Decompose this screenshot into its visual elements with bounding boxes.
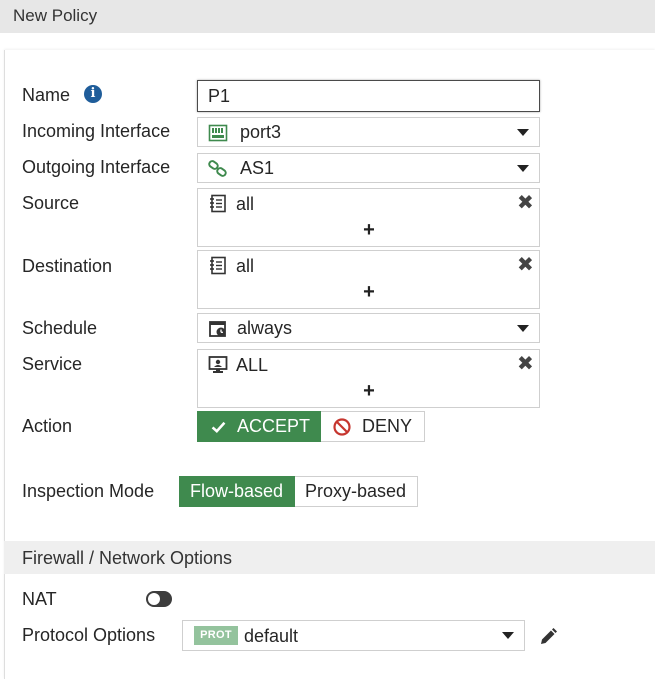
flow-based-button[interactable]: Flow-based bbox=[179, 476, 295, 507]
section-title: Firewall / Network Options bbox=[22, 548, 233, 568]
protocol-options-label: Protocol Options bbox=[22, 625, 156, 645]
page-title: New Policy bbox=[13, 6, 98, 25]
checkmark-icon bbox=[211, 421, 226, 433]
outgoing-interface-select[interactable]: AS1 bbox=[197, 153, 540, 183]
destination-value: all bbox=[236, 256, 255, 276]
chevron-down-icon bbox=[517, 325, 529, 332]
accept-label: ACCEPT bbox=[236, 416, 310, 436]
deny-button[interactable]: DENY bbox=[321, 411, 425, 442]
flow-based-label: Flow-based bbox=[190, 481, 284, 501]
add-source-button[interactable]: + bbox=[361, 220, 377, 240]
address-book-icon bbox=[210, 256, 226, 275]
schedule-value: always bbox=[237, 318, 293, 338]
prot-badge: PROT bbox=[194, 626, 238, 645]
proxy-based-button[interactable]: Proxy-based bbox=[295, 476, 418, 507]
service-monitor-icon bbox=[208, 356, 228, 373]
nat-label: NAT bbox=[22, 589, 57, 609]
pencil-icon[interactable] bbox=[538, 627, 558, 647]
service-value: ALL bbox=[236, 355, 269, 375]
remove-destination-button[interactable]: ✖ bbox=[517, 255, 534, 275]
incoming-interface-label: Incoming Interface bbox=[22, 121, 171, 141]
action-label: Action bbox=[22, 416, 73, 436]
schedule-label: Schedule bbox=[22, 318, 98, 338]
info-icon[interactable]: i bbox=[84, 85, 102, 103]
destination-field[interactable]: all ✖ + bbox=[197, 250, 540, 309]
service-label: Service bbox=[22, 354, 83, 374]
deny-label: DENY bbox=[362, 416, 413, 436]
chevron-down-icon bbox=[502, 632, 514, 639]
remove-source-button[interactable]: ✖ bbox=[517, 193, 534, 213]
destination-label: Destination bbox=[22, 256, 113, 276]
deny-icon bbox=[333, 417, 351, 436]
incoming-interface-select[interactable]: port3 bbox=[197, 117, 540, 147]
page-header: New Policy bbox=[0, 0, 655, 33]
protocol-options-value: default bbox=[244, 626, 299, 646]
port-icon bbox=[208, 124, 228, 142]
remove-service-button[interactable]: ✖ bbox=[517, 354, 534, 374]
incoming-interface-value: port3 bbox=[240, 122, 282, 142]
outgoing-interface-label: Outgoing Interface bbox=[22, 157, 171, 177]
address-book-icon bbox=[210, 194, 226, 213]
source-value: all bbox=[236, 194, 255, 214]
protocol-options-select[interactable]: PROT default bbox=[182, 620, 525, 651]
chevron-down-icon bbox=[517, 129, 529, 136]
toggle-knob bbox=[148, 593, 160, 605]
proxy-based-label: Proxy-based bbox=[305, 481, 407, 501]
nat-toggle[interactable] bbox=[146, 591, 172, 607]
add-service-button[interactable]: + bbox=[361, 381, 377, 401]
name-input[interactable] bbox=[197, 80, 540, 112]
inspection-mode-label: Inspection Mode bbox=[22, 481, 155, 501]
firewall-network-options-section: Firewall / Network Options bbox=[4, 541, 655, 574]
chevron-down-icon bbox=[517, 165, 529, 172]
source-field[interactable]: all ✖ + bbox=[197, 188, 540, 247]
link-icon bbox=[208, 160, 227, 177]
calendar-clock-icon bbox=[209, 321, 226, 337]
name-label: Name bbox=[22, 85, 71, 105]
source-label: Source bbox=[22, 193, 80, 213]
add-destination-button[interactable]: + bbox=[361, 282, 377, 302]
accept-button[interactable]: ACCEPT bbox=[197, 411, 321, 442]
action-toggle: ACCEPT DENY bbox=[197, 411, 425, 442]
schedule-select[interactable]: always bbox=[197, 313, 540, 343]
service-field[interactable]: ALL ✖ + bbox=[197, 349, 540, 408]
outgoing-interface-value: AS1 bbox=[240, 158, 275, 178]
inspection-mode-toggle: Flow-based Proxy-based bbox=[179, 476, 418, 507]
